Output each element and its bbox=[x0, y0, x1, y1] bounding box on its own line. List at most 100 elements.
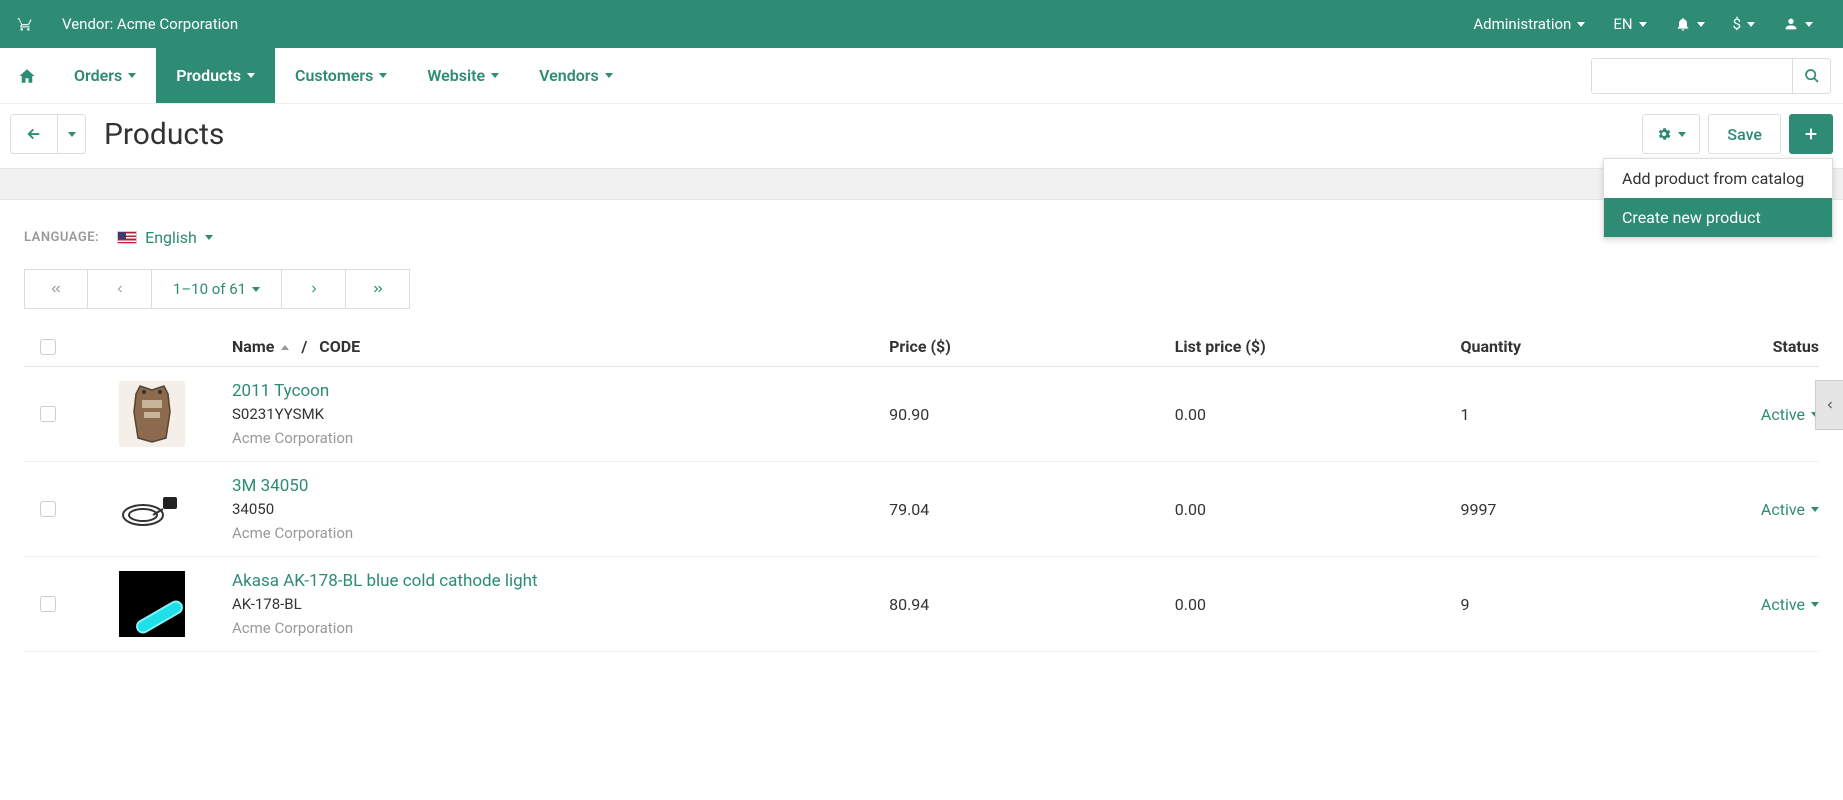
caret-down-icon bbox=[379, 73, 387, 78]
pagination: 1–10 of 61 bbox=[0, 259, 1843, 327]
select-all-checkbox[interactable] bbox=[40, 339, 56, 355]
caret-down-icon bbox=[247, 73, 255, 78]
bell-icon bbox=[1675, 16, 1691, 32]
product-list-price: 0.00 bbox=[1175, 500, 1461, 519]
caret-down-icon bbox=[1639, 22, 1647, 27]
product-code: 34050 bbox=[232, 500, 889, 518]
table-row: Akasa AK-178-BL blue cold cathode light … bbox=[24, 557, 1819, 652]
save-button[interactable]: Save bbox=[1708, 114, 1781, 154]
product-price: 80.94 bbox=[889, 595, 1175, 614]
product-list-price: 0.00 bbox=[1175, 405, 1461, 424]
product-quantity: 9 bbox=[1460, 595, 1689, 614]
language-selector[interactable]: English bbox=[117, 228, 213, 247]
arrow-left-icon bbox=[25, 125, 43, 143]
gear-icon bbox=[1656, 126, 1672, 142]
side-panel-toggle[interactable] bbox=[1815, 380, 1843, 430]
flag-us-icon bbox=[117, 231, 137, 244]
status-selector[interactable]: Active bbox=[1761, 405, 1819, 424]
caret-down-icon bbox=[1697, 22, 1705, 27]
table-row: 2011 Tycoon S0231YYSMK Acme Corporation … bbox=[24, 367, 1819, 462]
page-prev-button[interactable] bbox=[88, 269, 152, 309]
gray-strip bbox=[0, 168, 1843, 200]
caret-down-icon bbox=[205, 235, 213, 240]
sort-asc-icon bbox=[281, 345, 289, 350]
notifications-menu[interactable] bbox=[1661, 16, 1719, 32]
cart-icon bbox=[16, 16, 34, 32]
row-checkbox[interactable] bbox=[40, 596, 56, 612]
product-code: S0231YYSMK bbox=[232, 405, 889, 423]
caret-down-icon bbox=[1811, 602, 1819, 607]
product-image[interactable] bbox=[119, 381, 185, 447]
chevrons-left-icon bbox=[49, 282, 63, 296]
row-checkbox[interactable] bbox=[40, 501, 56, 517]
nav-orders[interactable]: Orders bbox=[54, 48, 156, 103]
products-table: Name / CODE Price ($) List price ($) Qua… bbox=[0, 327, 1843, 652]
add-from-catalog-item[interactable]: Add product from catalog bbox=[1604, 159, 1832, 198]
caret-down-icon bbox=[1678, 132, 1686, 137]
user-menu[interactable] bbox=[1769, 16, 1827, 32]
plus-icon bbox=[1803, 126, 1819, 142]
table-header: Name / CODE Price ($) List price ($) Qua… bbox=[24, 327, 1819, 367]
page-last-button[interactable] bbox=[346, 269, 410, 309]
search-input[interactable] bbox=[1592, 59, 1792, 93]
caret-down-icon bbox=[1577, 22, 1585, 27]
back-button[interactable] bbox=[10, 114, 58, 154]
caret-down-icon bbox=[1811, 507, 1819, 512]
nav-customers[interactable]: Customers bbox=[275, 48, 407, 103]
settings-button[interactable] bbox=[1642, 114, 1700, 154]
add-dropdown: Add product from catalog Create new prod… bbox=[1603, 158, 1833, 238]
chevron-left-icon bbox=[114, 283, 126, 295]
page-first-button[interactable] bbox=[24, 269, 88, 309]
chevrons-right-icon bbox=[371, 282, 385, 296]
product-name-link[interactable]: Akasa AK-178-BL blue cold cathode light bbox=[232, 571, 889, 591]
page-header: Products Save Add product from catalog C… bbox=[0, 104, 1843, 168]
nav-vendors[interactable]: Vendors bbox=[519, 48, 633, 103]
status-selector[interactable]: Active bbox=[1761, 595, 1819, 614]
search-button[interactable] bbox=[1792, 59, 1830, 93]
topbar: Vendor: Acme Corporation Administration … bbox=[0, 0, 1843, 48]
home-icon bbox=[18, 67, 36, 85]
create-new-product-item[interactable]: Create new product bbox=[1604, 198, 1832, 237]
search-icon bbox=[1804, 68, 1820, 84]
caret-down-icon bbox=[252, 287, 260, 292]
col-name-header[interactable]: Name bbox=[232, 337, 274, 356]
table-row: 3M 34050 34050 Acme Corporation 79.04 0.… bbox=[24, 462, 1819, 557]
language-label: LANGUAGE: bbox=[24, 230, 99, 245]
row-checkbox[interactable] bbox=[40, 406, 56, 422]
caret-down-icon bbox=[68, 132, 76, 137]
col-code-header[interactable]: CODE bbox=[319, 337, 360, 356]
nav-website[interactable]: Website bbox=[407, 48, 519, 103]
product-name-link[interactable]: 3M 34050 bbox=[232, 476, 889, 496]
product-name-link[interactable]: 2011 Tycoon bbox=[232, 381, 889, 401]
product-image[interactable] bbox=[119, 476, 185, 542]
caret-down-icon bbox=[1805, 22, 1813, 27]
product-price: 79.04 bbox=[889, 500, 1175, 519]
caret-down-icon bbox=[1747, 22, 1755, 27]
product-vendor: Acme Corporation bbox=[232, 524, 889, 542]
col-status-header[interactable]: Status bbox=[1689, 337, 1819, 356]
col-listprice-header[interactable]: List price ($) bbox=[1175, 337, 1461, 356]
product-code: AK-178-BL bbox=[232, 595, 889, 613]
product-list-price: 0.00 bbox=[1175, 595, 1461, 614]
col-price-header[interactable]: Price ($) bbox=[889, 337, 1175, 356]
language-switcher[interactable]: EN bbox=[1599, 15, 1660, 33]
product-image[interactable] bbox=[119, 571, 185, 637]
page-range-selector[interactable]: 1–10 of 61 bbox=[152, 269, 282, 309]
add-button[interactable] bbox=[1789, 114, 1833, 154]
product-price: 90.90 bbox=[889, 405, 1175, 424]
status-selector[interactable]: Active bbox=[1761, 500, 1819, 519]
caret-down-icon bbox=[128, 73, 136, 78]
product-vendor: Acme Corporation bbox=[232, 619, 889, 637]
back-history-button[interactable] bbox=[58, 114, 86, 154]
currency-menu[interactable]: $ bbox=[1719, 15, 1769, 33]
main-nav: Orders Products Customers Website Vendor… bbox=[0, 48, 1843, 104]
page-title: Products bbox=[104, 117, 224, 152]
chevron-right-icon bbox=[308, 283, 320, 295]
nav-home[interactable] bbox=[0, 48, 54, 103]
col-quantity-header[interactable]: Quantity bbox=[1460, 337, 1689, 356]
administration-menu[interactable]: Administration bbox=[1459, 15, 1599, 33]
nav-products[interactable]: Products bbox=[156, 48, 275, 103]
product-vendor: Acme Corporation bbox=[232, 429, 889, 447]
page-next-button[interactable] bbox=[282, 269, 346, 309]
global-search bbox=[1591, 58, 1831, 94]
